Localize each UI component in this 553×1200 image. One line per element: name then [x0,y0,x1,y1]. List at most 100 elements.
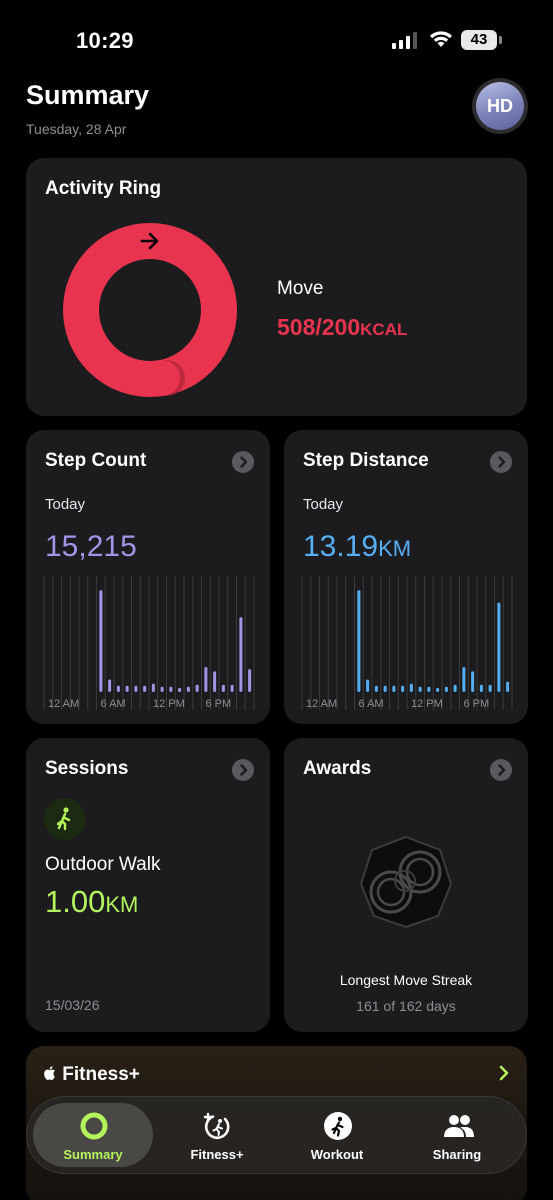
session-activity: Outdoor Walk [45,854,161,875]
step-distance-axis-label: 12 PM [411,698,443,710]
award-progress: 161 of 162 days [356,998,456,1014]
step-distance-bar [444,686,448,692]
chevron-right-icon[interactable] [232,759,254,781]
step-distance-axis-label: 6 AM [359,698,384,710]
figure-walk-icon [44,798,86,840]
activity-ring-title: Activity Ring [45,178,162,199]
avatar-initials: HD [476,82,524,130]
fitness-plus-icon [203,1112,230,1140]
battery-tip [499,36,502,44]
page-title: Summary [26,80,150,110]
step-count-bar [178,687,182,692]
step-distance-bar [506,681,510,692]
step-count-bar [151,683,155,692]
step-count-bar [239,617,243,692]
fitness-plus-title: Fitness+ [43,1064,140,1086]
step-count-bar [160,686,164,692]
status-bar: 10:29 43 [0,0,553,70]
sessions-card[interactable]: Sessions Outdoor Walk 1.00KM 15/03/26 [26,738,270,1032]
step-count-bar [248,669,252,692]
activity-ring-icon [80,1112,108,1140]
step-count-title: Step Count [45,450,147,471]
move-ring-icon [63,223,237,397]
session-distance: 1.00KM [45,884,138,920]
step-distance-value: 13.19KM [303,530,411,564]
chevron-right-icon[interactable] [490,759,512,781]
move-label: Move [277,278,324,299]
step-distance-bar [383,685,387,692]
awards-card[interactable]: Awards Longest Move Streak 161 of 162 da… [284,738,528,1032]
step-count-chart: 12 AM 6 AM 12 PM 6 PM [43,576,255,710]
step-distance-bar [366,679,370,692]
step-distance-bar [471,671,475,692]
step-count-bar [116,685,120,692]
tab-summary-label: Summary [63,1147,123,1162]
chevron-right-icon[interactable] [232,451,254,473]
step-count-bar [134,685,138,692]
step-distance-number: 13.19 [303,530,379,563]
people-icon [444,1115,474,1137]
step-count-bar [213,671,217,692]
step-count-period: Today [45,496,86,513]
step-distance-bar [374,685,378,692]
step-count-card[interactable]: Step Count Today 15,215 12 AM 6 AM 12 PM 6 … [26,430,270,724]
running-figure-icon [324,1112,352,1140]
step-distance-bar [392,685,396,692]
chevron-right-icon[interactable] [490,451,512,473]
step-distance-bar [427,686,431,692]
step-count-bar [204,667,208,692]
step-count-bar [221,684,225,692]
step-count-axis-label: 6 PM [206,698,232,710]
move-value: 508/200KCAL [277,314,407,341]
step-distance-bar [453,684,457,692]
step-count-bar [195,684,199,692]
step-distance-axis-label: 12 AM [306,698,337,710]
tab-sharing[interactable]: Sharing [397,1103,517,1167]
step-count-axis-label: 6 AM [101,698,126,710]
step-distance-chart: 12 AM 6 AM 12 PM 6 PM [301,576,513,710]
step-distance-bar [436,687,440,692]
step-distance-bar [488,684,492,692]
wifi-icon [430,31,452,47]
status-time: 10:29 [76,28,134,53]
session-date: 15/03/26 [45,997,100,1013]
session-distance-number: 1.00 [45,884,106,919]
step-count-bar [169,686,173,692]
tab-bar: Summary Fitness+ Workout Sharing [26,1096,527,1174]
step-distance-title: Step Distance [303,450,429,471]
step-distance-bar [462,667,466,692]
activity-ring-card[interactable]: Activity Ring Move 508/200KCAL [26,158,527,416]
step-distance-card[interactable]: Step Distance Today 13.19KM 12 AM 6 AM 12 … [284,430,528,724]
step-count-bar [99,590,103,692]
sessions-title: Sessions [45,758,129,779]
step-count-axis-label: 12 PM [153,698,185,710]
step-count-bar [108,679,112,692]
apple-logo-icon [43,1064,62,1085]
tab-sharing-label: Sharing [432,1147,482,1162]
tab-workout-label: Workout [310,1147,364,1162]
tab-workout[interactable]: Workout [277,1103,397,1167]
step-count-bar [186,686,190,692]
step-distance-bar [479,684,483,692]
tab-fitness-plus[interactable]: Fitness+ [157,1103,277,1167]
step-distance-unit: KM [378,536,412,561]
step-count-bar [230,684,234,692]
move-value-unit: KCAL [360,320,408,339]
step-distance-bar [401,685,405,692]
page-date: Tuesday, 28 Apr [26,121,127,137]
session-distance-unit: KM [105,892,139,917]
step-distance-bar [357,590,361,692]
step-distance-axis-label: 6 PM [464,698,490,710]
tab-fitness-plus-label: Fitness+ [190,1147,244,1162]
cellular-signal-icon [392,31,420,49]
step-distance-bar [497,602,501,692]
step-count-bar [125,685,129,692]
step-count-value: 15,215 [45,530,137,563]
profile-avatar-button[interactable]: HD [472,78,528,134]
step-distance-period: Today [303,496,344,513]
chevron-right-icon[interactable] [497,1064,511,1082]
step-distance-bar [409,683,413,692]
tab-summary[interactable]: Summary [33,1103,153,1167]
step-count-axis-label: 12 AM [48,698,79,710]
battery-indicator: 43 [461,30,497,50]
